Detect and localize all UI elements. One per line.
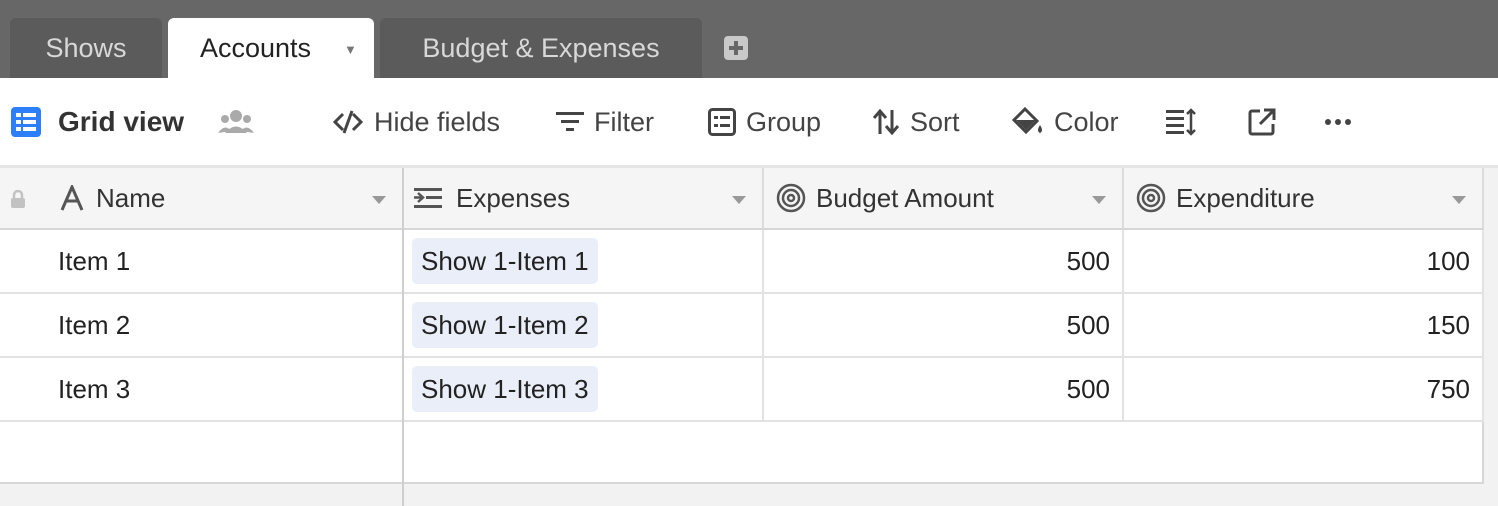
- tab-shows[interactable]: Shows: [10, 18, 162, 78]
- table-row[interactable]: Item 2 Show 1-Item 2 500 150: [0, 294, 1484, 358]
- name-cell[interactable]: Item 1: [58, 230, 130, 292]
- group-icon: [708, 108, 736, 136]
- column-menu-icon[interactable]: [732, 196, 746, 204]
- name-cell[interactable]: Item 3: [58, 358, 130, 420]
- expenditure-cell[interactable]: 750: [1124, 358, 1470, 420]
- column-divider: [1122, 230, 1124, 422]
- name-cell[interactable]: Item 2: [58, 294, 130, 356]
- expenditure-cell[interactable]: 100: [1124, 230, 1470, 292]
- tab-label: Shows: [45, 32, 127, 63]
- more-options-button[interactable]: [1324, 78, 1352, 166]
- column-divider: [762, 230, 764, 422]
- color-label: Color: [1054, 106, 1119, 137]
- filter-label: Filter: [594, 106, 654, 137]
- column-header-expenditure[interactable]: Expenditure: [1124, 168, 1484, 228]
- budget-amount-cell[interactable]: 500: [764, 230, 1110, 292]
- people-icon: [218, 110, 254, 133]
- linked-record-chip[interactable]: Show 1-Item 2: [412, 302, 598, 348]
- table-row[interactable]: Item 1 Show 1-Item 1 500 100: [0, 230, 1484, 294]
- table-tab-bar: Shows Accounts ▼ Budget & Expenses: [0, 0, 1498, 78]
- filter-button[interactable]: Filter: [556, 78, 654, 166]
- paint-bucket-icon: [1012, 107, 1042, 135]
- column-header-expenses[interactable]: Expenses: [404, 168, 764, 228]
- lock-icon: [11, 190, 25, 208]
- view-name: Grid view: [58, 106, 185, 137]
- tab-label: Accounts: [200, 32, 312, 63]
- frozen-column-divider: [402, 168, 404, 506]
- budget-amount-cell[interactable]: 500: [764, 358, 1110, 420]
- data-grid: Name Expenses Budget Amount Expenditure …: [0, 168, 1498, 506]
- group-label: Group: [746, 106, 822, 137]
- add-record-row[interactable]: [0, 422, 1484, 484]
- share-view-button[interactable]: [1248, 78, 1276, 166]
- column-header-label: Budget Amount: [816, 182, 994, 213]
- tab-accounts[interactable]: Accounts ▼: [168, 18, 374, 78]
- tab-menu-caret-icon[interactable]: ▼: [344, 42, 357, 57]
- column-menu-icon[interactable]: [1452, 196, 1466, 204]
- expenses-cell[interactable]: Show 1-Item 1: [412, 230, 598, 292]
- row-height-icon: [1166, 108, 1196, 136]
- linked-record-chip[interactable]: Show 1-Item 3: [412, 366, 598, 412]
- text-field-icon: [60, 185, 84, 211]
- expenses-cell[interactable]: Show 1-Item 3: [412, 358, 598, 420]
- column-header-label: Expenditure: [1176, 182, 1315, 213]
- column-header-label: Name: [96, 182, 166, 213]
- column-header-label: Expenses: [456, 182, 571, 213]
- sort-label: Sort: [910, 106, 960, 137]
- column-menu-icon[interactable]: [1092, 196, 1106, 204]
- filter-icon: [556, 112, 584, 131]
- color-button[interactable]: Color: [1012, 78, 1119, 166]
- row-height-button[interactable]: [1166, 78, 1198, 166]
- budget-amount-cell[interactable]: 500: [764, 294, 1110, 356]
- table-row[interactable]: Item 3 Show 1-Item 3 500 750: [0, 358, 1484, 422]
- column-divider: [1482, 230, 1484, 422]
- view-toolbar: Grid view Hide fields Filter Group Sort …: [0, 78, 1498, 168]
- expenditure-cell[interactable]: 150: [1124, 294, 1470, 356]
- tab-budget-expenses[interactable]: Budget & Expenses: [380, 18, 702, 78]
- view-switcher[interactable]: Grid view: [10, 78, 184, 166]
- grid-header-row: Name Expenses Budget Amount Expenditure: [0, 168, 1484, 230]
- rollup-spiral-icon: [1136, 183, 1166, 213]
- column-header-budget-amount[interactable]: Budget Amount: [764, 168, 1124, 228]
- add-table-icon[interactable]: [724, 36, 748, 60]
- column-menu-icon[interactable]: [372, 196, 386, 204]
- more-horizontal-icon: [1325, 119, 1351, 125]
- tab-label: Budget & Expenses: [422, 32, 660, 63]
- share-external-icon: [1248, 108, 1276, 136]
- rollup-spiral-icon: [776, 183, 806, 213]
- sort-button[interactable]: Sort: [872, 78, 960, 166]
- group-button[interactable]: Group: [708, 78, 821, 166]
- collaborators-button[interactable]: [218, 78, 254, 166]
- linked-record-icon: [414, 188, 442, 208]
- hide-fields-icon: [332, 110, 364, 134]
- linked-record-chip[interactable]: Show 1-Item 1: [412, 238, 598, 284]
- sort-icon: [872, 108, 900, 136]
- hide-fields-label: Hide fields: [374, 106, 501, 137]
- hide-fields-button[interactable]: Hide fields: [332, 78, 500, 166]
- column-header-name[interactable]: Name: [0, 168, 404, 228]
- expenses-cell[interactable]: Show 1-Item 2: [412, 294, 598, 356]
- grid-view-icon: [11, 107, 41, 137]
